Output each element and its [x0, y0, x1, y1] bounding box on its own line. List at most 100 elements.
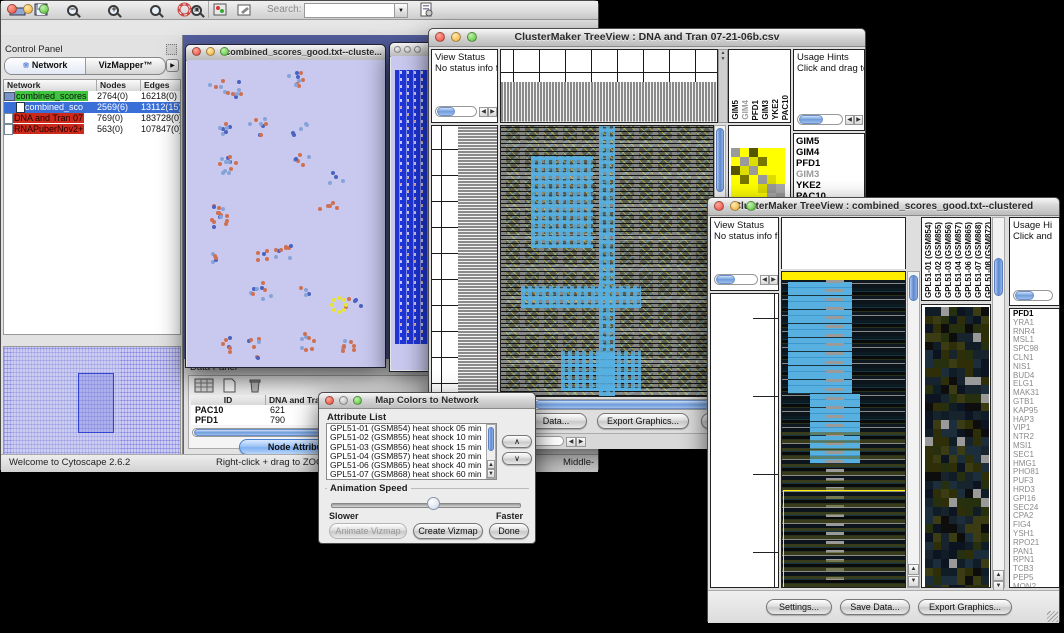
usage-hints-title: Usage Hi: [1010, 218, 1059, 231]
minimize-button[interactable]: [23, 4, 33, 14]
zoom-window-button[interactable]: [353, 396, 362, 405]
tab-vizmapper[interactable]: VizMapper™: [86, 58, 165, 74]
zoom-window-button[interactable]: [414, 46, 421, 53]
scroll-down-icon[interactable]: [487, 469, 495, 478]
dialog-titlebar[interactable]: Map Colors to Network: [319, 393, 535, 409]
minimize-button[interactable]: [339, 396, 348, 405]
animate-vizmap-button[interactable]: Animate Vizmap: [329, 523, 407, 539]
report-icon[interactable]: [419, 2, 434, 22]
attribute-list-vscrollbar[interactable]: [486, 424, 496, 479]
resize-grip[interactable]: [1047, 611, 1058, 622]
tv1-main-heatmap[interactable]: [500, 125, 714, 397]
move-up-button[interactable]: ∧: [502, 435, 532, 448]
scroll-left-icon[interactable]: [479, 107, 488, 117]
column-label: GIM5: [731, 100, 740, 120]
minimize-button[interactable]: [404, 46, 411, 53]
tv2-right-vscrollbar[interactable]: [992, 217, 1005, 588]
background-network-canvas[interactable]: [391, 56, 432, 370]
zoom-out-icon[interactable]: −: [67, 5, 78, 16]
tv1-usage-scrollbar[interactable]: [797, 114, 843, 125]
heatmap-selection-rect[interactable]: [783, 490, 906, 588]
network-row[interactable]: DNA and Tran 07 769(0) 183728(0): [4, 113, 180, 124]
col-header-edges[interactable]: Edges: [141, 80, 180, 91]
close-button[interactable]: [192, 47, 201, 56]
export-graphics-button[interactable]: Export Graphics...: [597, 413, 689, 429]
tv2-status-scrollbar[interactable]: [714, 274, 758, 285]
scroll-down-icon[interactable]: [908, 576, 919, 587]
animation-speed-slider[interactable]: [331, 497, 521, 511]
tv1-column-dendrogram[interactable]: [500, 49, 718, 123]
zoom-window-button[interactable]: [39, 4, 49, 14]
treeview2-titlebar[interactable]: ClusterMaker TreeView : combined_scores_…: [708, 198, 1059, 216]
close-button[interactable]: [325, 396, 334, 405]
zoom-window-button[interactable]: [467, 32, 477, 42]
zoom-fit-icon[interactable]: [150, 5, 161, 16]
done-button[interactable]: Done: [489, 523, 529, 539]
tv2-zoom-heatmap[interactable]: [925, 307, 989, 587]
network-view-titlebar[interactable]: combined_scores_good.txt--cluste...: [186, 45, 385, 61]
heatmap-yellow-band: [782, 272, 906, 280]
export-graphics-button[interactable]: Export Graphics...: [918, 599, 1012, 615]
data-col-id[interactable]: ID: [191, 395, 266, 405]
slider-thumb[interactable]: [427, 497, 440, 510]
minimize-button[interactable]: [206, 47, 215, 56]
scroll-left-icon[interactable]: [845, 115, 854, 125]
tv1-status-scrollbar[interactable]: [435, 106, 477, 117]
annotation-icon[interactable]: [237, 3, 252, 21]
treeview1-title: ClusterMaker TreeView : DNA and Tran 07-…: [429, 29, 865, 46]
tv2-zoom-heatmap-panel[interactable]: [921, 304, 991, 588]
tab-overflow-button[interactable]: ▶: [166, 59, 179, 72]
close-button[interactable]: [7, 4, 17, 14]
tv1-row-dendrogram[interactable]: [431, 125, 498, 397]
help-ring-icon[interactable]: [177, 2, 192, 22]
scroll-up-icon[interactable]: [993, 570, 1004, 581]
scroll-left-icon[interactable]: [566, 437, 576, 447]
close-button[interactable]: [435, 32, 445, 42]
tv2-row-dendrogram[interactable]: [710, 293, 779, 588]
scroll-right-icon[interactable]: [488, 107, 497, 117]
search-dropdown-button[interactable]: ▼: [394, 3, 408, 18]
zoom-in-icon[interactable]: +: [108, 5, 119, 16]
col-header-network[interactable]: Network: [4, 80, 97, 91]
tv1-scroll-strip[interactable]: ▲▼: [718, 49, 728, 123]
float-panel-icon[interactable]: [166, 44, 177, 55]
scroll-right-icon[interactable]: [576, 437, 586, 447]
col-header-nodes[interactable]: Nodes: [97, 80, 141, 91]
scroll-left-icon[interactable]: [760, 275, 769, 285]
network-canvas[interactable]: [187, 60, 385, 367]
scroll-right-icon[interactable]: [769, 275, 778, 285]
attribute-list[interactable]: GPL51-01 (GSM854) heat shock 05 minGPL51…: [326, 423, 497, 480]
tab-network[interactable]: ⁜ Network: [5, 58, 86, 74]
save-data-button[interactable]: Save Data...: [840, 599, 910, 615]
zoom-window-button[interactable]: [746, 201, 756, 211]
treeview1-titlebar[interactable]: ClusterMaker TreeView : DNA and Tran 07-…: [429, 29, 865, 47]
network-row[interactable]: RNAPuberNov2+ 563(0) 107847(0): [4, 124, 180, 135]
network-row[interactable]: combined_scores 2764(0) 16218(0): [4, 91, 180, 102]
scroll-up-icon[interactable]: [487, 460, 495, 469]
control-panel-tabs: ⁜ Network VizMapper™: [4, 57, 166, 75]
minimize-button[interactable]: [451, 32, 461, 42]
overview-selection-rect[interactable]: [78, 373, 114, 433]
vizmapper-icon[interactable]: [213, 3, 227, 21]
search-input[interactable]: [304, 3, 398, 18]
create-vizmap-button[interactable]: Create Vizmap: [413, 523, 483, 539]
tv2-main-heatmap[interactable]: [781, 271, 906, 588]
column-label: GPL51-01 (GSM854): [924, 222, 933, 298]
tv1-usage-hints-panel: Usage Hints Click and drag tc: [793, 49, 865, 131]
minimize-button[interactable]: [730, 201, 740, 211]
zoom-selected-icon[interactable]: ▣: [191, 5, 202, 16]
close-button[interactable]: [394, 46, 401, 53]
scroll-up-icon[interactable]: [908, 564, 919, 575]
network-overview-thumbnail[interactable]: [3, 346, 181, 462]
zoom-window-button[interactable]: [220, 47, 229, 56]
scroll-right-icon[interactable]: [854, 115, 863, 125]
network-row-selected[interactable]: combined_sco 2569(6) 13112(15): [4, 102, 180, 113]
background-window-titlebar[interactable]: [390, 43, 433, 57]
move-down-button[interactable]: ∨: [502, 452, 532, 465]
tv2-heatmap-vscrollbar[interactable]: [907, 271, 920, 588]
tv2-usage-scrollbar[interactable]: [1013, 290, 1053, 301]
attribute-list-item[interactable]: GPL51-07 (GSM868) heat shock 60 min: [327, 470, 496, 479]
tv1-mini-heatmap[interactable]: [731, 148, 785, 202]
close-button[interactable]: [714, 201, 724, 211]
settings-button[interactable]: Settings...: [766, 599, 832, 615]
